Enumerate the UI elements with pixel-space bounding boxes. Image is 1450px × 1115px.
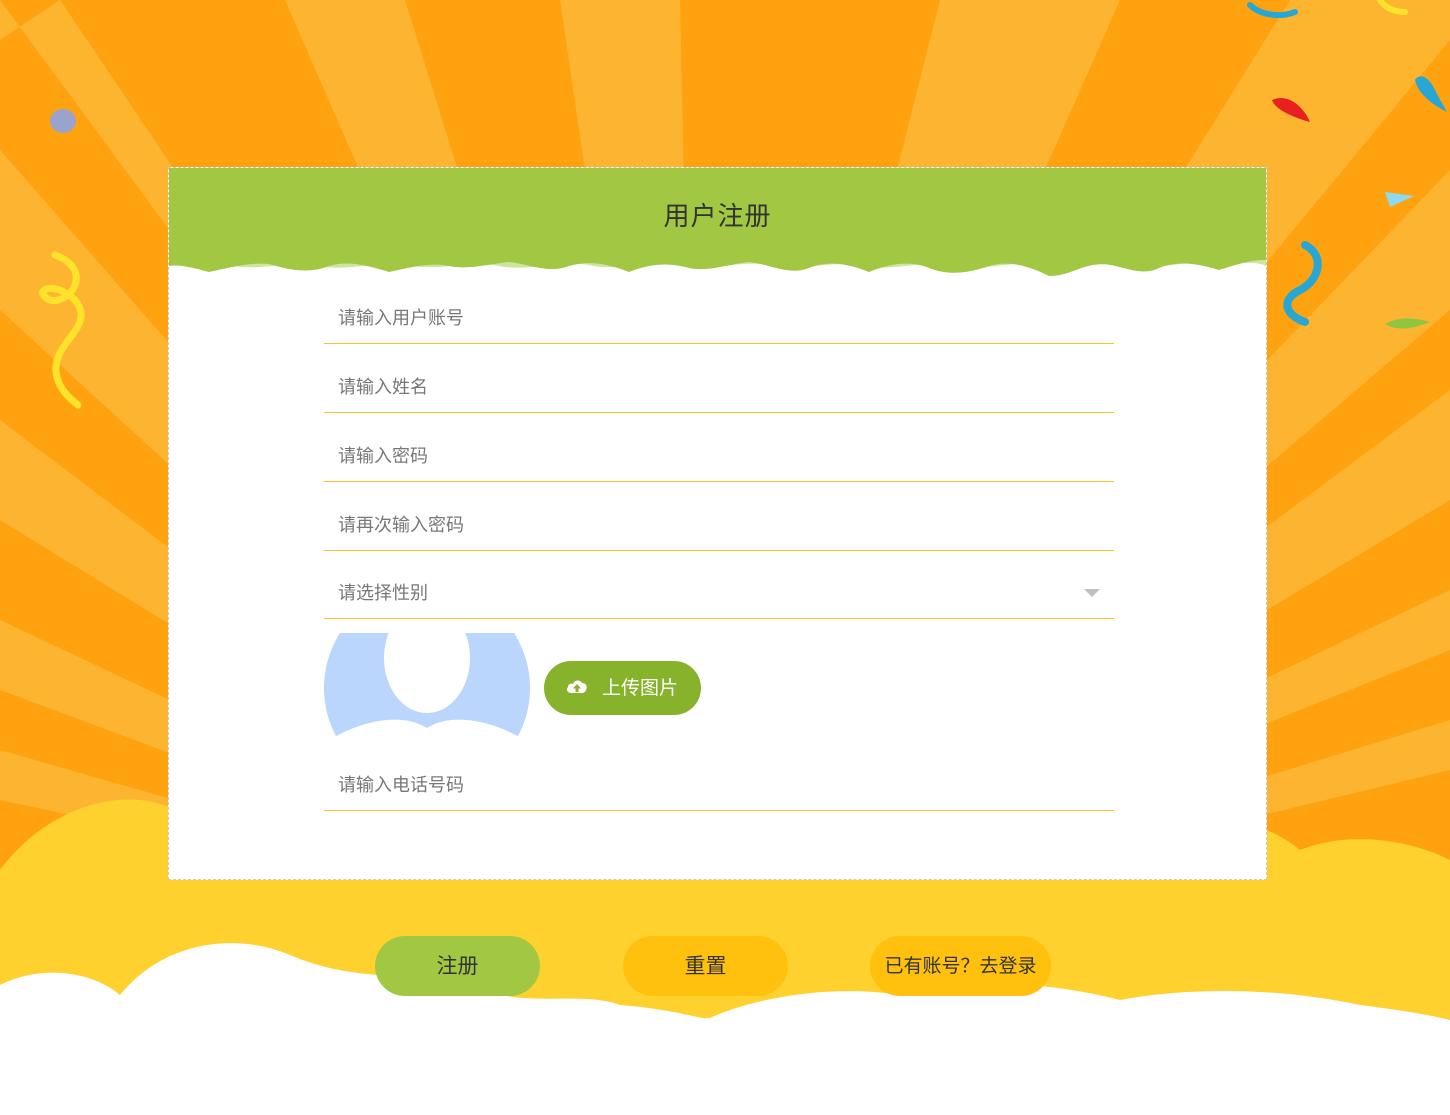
password-input[interactable] [324, 432, 1114, 481]
password-field[interactable] [324, 432, 1114, 482]
upload-image-button[interactable]: 上传图片 [544, 661, 701, 715]
phone-field[interactable] [324, 761, 1114, 811]
form-header: 用户注册 [169, 168, 1266, 278]
phone-input[interactable] [324, 761, 1114, 810]
username-field[interactable] [324, 294, 1114, 344]
gender-select-placeholder: 请选择性别 [338, 583, 428, 604]
realname-field[interactable] [324, 363, 1114, 413]
confirm-password-input[interactable] [324, 501, 1114, 550]
realname-input[interactable] [324, 363, 1114, 412]
upload-image-label: 上传图片 [602, 677, 679, 699]
reset-button[interactable]: 重置 [623, 936, 788, 996]
cloud-upload-icon [566, 678, 588, 701]
avatar-placeholder-icon [324, 633, 530, 743]
username-input[interactable] [324, 294, 1114, 343]
form-title: 用户注册 [663, 202, 772, 232]
registration-form-card: 用户注册 请选择性别 上传 [168, 167, 1267, 880]
gender-select[interactable]: 请选择性别 [324, 569, 1114, 619]
chevron-down-icon[interactable] [1084, 589, 1100, 597]
register-button[interactable]: 注册 [375, 936, 540, 996]
go-to-login-button[interactable]: 已有账号？去登录 [870, 936, 1051, 996]
confirm-password-field[interactable] [324, 501, 1114, 551]
